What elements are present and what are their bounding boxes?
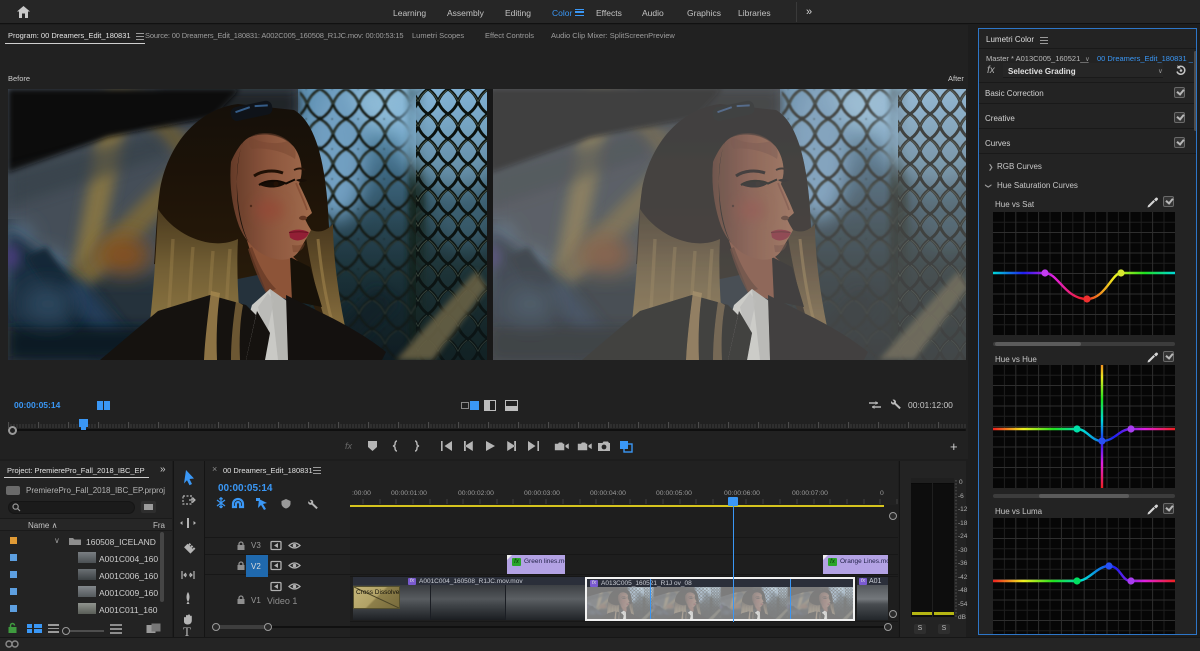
svg-text:00:00:05:00: 00:00:05:00 bbox=[656, 490, 692, 497]
svg-text:dB: dB bbox=[958, 614, 966, 620]
svg-text:T: T bbox=[183, 624, 191, 636]
svg-text:00:00:07:00: 00:00:07:00 bbox=[792, 490, 828, 497]
svg-text:-12: -12 bbox=[958, 506, 968, 513]
svg-text:-54: -54 bbox=[958, 601, 968, 608]
svg-text:-30: -30 bbox=[958, 547, 968, 554]
svg-text:-36: -36 bbox=[958, 560, 968, 567]
svg-text:0: 0 bbox=[959, 479, 963, 486]
svg-text:-42: -42 bbox=[958, 574, 968, 581]
svg-text:0: 0 bbox=[880, 490, 884, 497]
svg-text:fx: fx bbox=[345, 441, 353, 451]
svg-text::00:00: :00:00 bbox=[352, 490, 371, 497]
svg-text:00:00:03:00: 00:00:03:00 bbox=[524, 490, 560, 497]
svg-text:-18: -18 bbox=[958, 520, 968, 527]
svg-text:-6: -6 bbox=[958, 493, 964, 500]
svg-text:-24: -24 bbox=[958, 533, 968, 540]
svg-text:-48: -48 bbox=[958, 587, 968, 594]
svg-text:00:00:04:00: 00:00:04:00 bbox=[590, 490, 626, 497]
svg-text:00:00:02:00: 00:00:02:00 bbox=[458, 490, 494, 497]
svg-text:00:00:06:00: 00:00:06:00 bbox=[724, 490, 760, 497]
svg-text:00:00:01:00: 00:00:01:00 bbox=[391, 490, 427, 497]
